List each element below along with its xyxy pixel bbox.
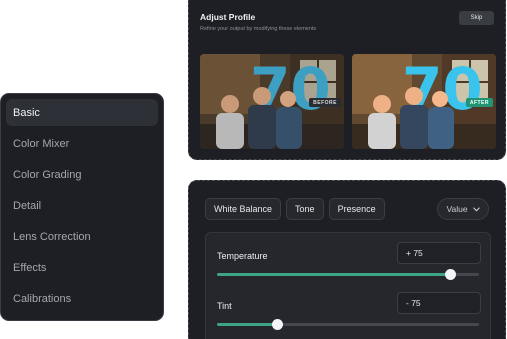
sidebar-item-detail[interactable]: Detail <box>6 192 158 219</box>
sidebar-item-basic[interactable]: Basic <box>6 99 158 126</box>
sidebar-item-effects[interactable]: Effects <box>6 254 158 281</box>
tint-slider-track[interactable] <box>217 319 479 330</box>
after-badge: AFTER <box>465 98 493 107</box>
panel-subtitle: Refine your output by modifying these el… <box>200 26 317 32</box>
tint-slider-thumb[interactable] <box>271 319 283 330</box>
adjustment-category-sidebar: Basic Color Mixer Color Grading Detail L… <box>0 93 164 321</box>
panel-title: Adjust Profile <box>200 12 256 22</box>
before-photo: 70 BEFORE <box>200 54 344 149</box>
value-dropdown[interactable]: Value <box>437 198 489 220</box>
sidebar-item-calibrations[interactable]: Calibrations <box>6 285 158 312</box>
tint-value-field[interactable]: - 75 <box>397 292 481 314</box>
sidebar-item-lens-correction[interactable]: Lens Correction <box>6 223 158 250</box>
tab-presence[interactable]: Presence <box>328 198 385 220</box>
before-badge: BEFORE <box>309 98 341 107</box>
tab-white-balance[interactable]: White Balance <box>205 198 282 220</box>
temperature-slider-thumb[interactable] <box>444 269 456 280</box>
after-photo: 70 AFTER <box>352 54 496 149</box>
adjustment-tabs: White Balance Tone Presence <box>205 198 385 220</box>
adjustments-panel: White Balance Tone Presence Value Temper… <box>188 180 506 339</box>
adjust-profile-panel: Adjust Profile Refine your output by mod… <box>188 0 506 160</box>
temperature-label: Temperature <box>217 251 268 261</box>
tab-tone[interactable]: Tone <box>286 198 324 220</box>
tint-slider-fill <box>217 323 278 326</box>
tint-label: Tint <box>217 301 232 311</box>
skip-button[interactable]: Skip <box>459 11 494 25</box>
sidebar-item-color-mixer[interactable]: Color Mixer <box>6 130 158 157</box>
temperature-slider-track[interactable] <box>217 269 479 280</box>
temperature-slider-fill <box>217 273 451 276</box>
slider-group: Temperature + 75 Tint - 75 <box>205 232 491 339</box>
value-dropdown-label: Value <box>446 204 468 214</box>
temperature-value-field[interactable]: + 75 <box>397 242 481 264</box>
sidebar-item-color-grading[interactable]: Color Grading <box>6 161 158 188</box>
chevron-down-icon <box>472 206 480 211</box>
